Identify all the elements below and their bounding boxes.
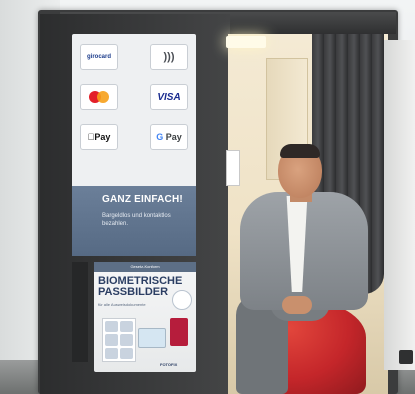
promo-headline: GANZ EINFACH! xyxy=(102,194,183,205)
wall-sticker xyxy=(226,150,240,186)
google-pay-icon: G Pay xyxy=(150,124,188,150)
visa-icon: VISA xyxy=(150,84,188,110)
right-wall xyxy=(384,40,415,370)
passport-photo-sheet xyxy=(102,318,136,362)
promo-subline: Bargeldlos und kontaktlos bezahlen. xyxy=(102,213,171,227)
girocard-icon: girocard xyxy=(80,44,118,70)
payment-screen: girocard ))) VISA Pay G Pay xyxy=(72,34,196,256)
poster-title: BIOMETRISCHE PASSBILDER xyxy=(98,275,183,298)
payment-methods: girocard ))) VISA Pay G Pay xyxy=(80,44,188,164)
wall-socket xyxy=(399,350,413,364)
contactless-icon: ))) xyxy=(150,44,188,70)
person-hand xyxy=(282,296,312,314)
google-pay-label: Pay xyxy=(165,132,182,142)
id-card-icon xyxy=(138,328,166,348)
photo-booth-scene: girocard ))) VISA Pay G Pay xyxy=(0,0,415,394)
poster-subtitle: für alle Ausweisdokumente xyxy=(98,302,146,307)
poster-brand: FOTOFIX xyxy=(160,362,178,367)
poster-badge xyxy=(172,290,192,310)
promo-band: GANZ EINFACH! Bargeldlos und kontaktlos … xyxy=(72,186,196,256)
apple-pay-icon: Pay xyxy=(80,124,118,150)
apple-pay-label: Pay xyxy=(90,132,110,142)
interior-light xyxy=(226,36,266,48)
poster-strap: Gesetz-Konform xyxy=(94,262,196,272)
photo-output-slot xyxy=(72,262,88,362)
girocard-label: girocard xyxy=(86,54,111,60)
person-hair xyxy=(280,144,320,158)
passport-poster: Gesetz-Konform BIOMETRISCHE PASSBILDER f… xyxy=(94,262,196,372)
visa-label: VISA xyxy=(157,91,181,103)
mastercard-icon xyxy=(80,84,118,110)
passport-icon xyxy=(170,318,188,346)
